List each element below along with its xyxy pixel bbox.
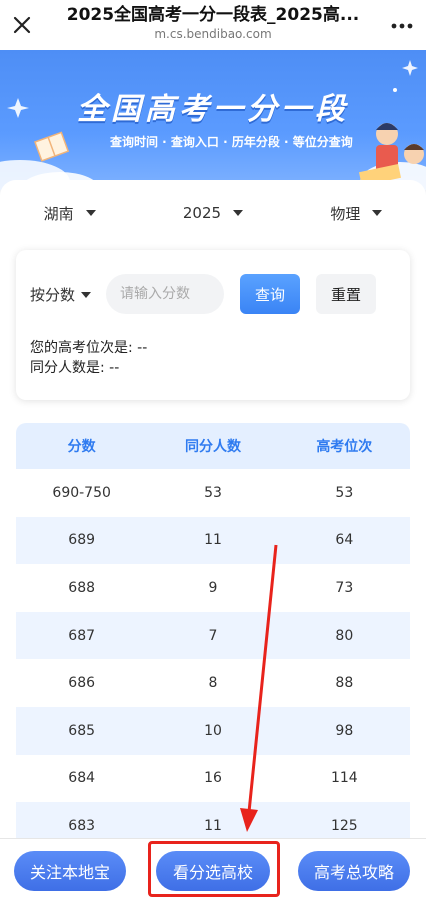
cell-score: 689: [68, 532, 96, 549]
caret-down-icon: [372, 210, 383, 216]
cell-same-count: 11: [204, 817, 222, 834]
cell-rank: 64: [335, 532, 354, 549]
cell-rank: 88: [335, 675, 354, 692]
cell-rank: 53: [335, 484, 354, 501]
page-title: 2025全国高考一分一段表_2025高...: [66, 5, 360, 25]
banner-subtitle: 查询时间 · 查询入口 · 历年分段 · 等位分查询: [110, 135, 353, 149]
query-mode-label: 按分数: [30, 286, 76, 304]
table-row: 686 8 88: [16, 659, 410, 707]
cell-same-count: 7: [208, 627, 218, 644]
query-card: 按分数 查询 重置 您的高考位次是: -- 同分人数是: --: [16, 250, 410, 400]
cell-score: 686: [68, 675, 96, 692]
annotation-highlight-box: [148, 841, 280, 897]
table-header: 分数 同分人数 高考位次: [16, 423, 410, 469]
caret-down-icon: [233, 210, 244, 216]
cell-rank: 73: [335, 579, 354, 596]
cell-same-count: 8: [208, 675, 218, 692]
subject-label: 物理: [330, 204, 361, 223]
caret-down-icon: [85, 210, 96, 216]
cell-score: 684: [68, 770, 96, 787]
year-label: 2025: [182, 204, 222, 222]
title-block: 2025全国高考一分一段表_2025高... m.cs.bendibao.com: [46, 4, 380, 42]
header-score: 分数: [67, 439, 96, 455]
filter-bar: 湖南 2025 物理: [0, 198, 426, 228]
cell-score: 690-750: [52, 484, 111, 501]
caret-down-icon: [81, 291, 92, 298]
cell-same-count: 53: [204, 484, 222, 501]
cell-same-count: 9: [208, 579, 218, 596]
table-row: 688 9 73: [16, 564, 410, 612]
cell-rank: 114: [330, 770, 358, 787]
cell-same-count: 10: [204, 722, 222, 739]
close-icon[interactable]: [10, 13, 34, 37]
table-row: 685 10 98: [16, 706, 410, 755]
score-input[interactable]: [106, 274, 224, 314]
header-rank: 高考位次: [316, 439, 373, 455]
cell-score: 683: [68, 817, 96, 834]
cell-rank: 98: [335, 722, 354, 739]
cell-score: 687: [68, 627, 96, 644]
hero-banner: 全国高考一分一段 查询时间 · 查询入口 · 历年分段 · 等位分查询: [0, 50, 426, 190]
same-score-result: 同分人数是: --: [30, 360, 120, 376]
table-row: 690-750 53 53: [16, 469, 410, 517]
score-table: 分数 同分人数 高考位次 690-750 53 53 689 11 64 688…: [16, 423, 410, 850]
table-row: 687 7 80: [16, 611, 410, 660]
rank-result: 您的高考位次是: --: [30, 340, 148, 356]
banner-title: 全国高考一分一段: [77, 92, 349, 127]
result-lines: 您的高考位次是: -- 同分人数是: --: [30, 338, 147, 378]
page-url: m.cs.bendibao.com: [154, 27, 272, 41]
header-same-count: 同分人数: [184, 439, 241, 455]
cell-same-count: 11: [204, 532, 222, 549]
subject-filter[interactable]: 物理: [330, 203, 383, 224]
query-mode-select[interactable]: 按分数: [30, 284, 92, 305]
province-label: 湖南: [43, 204, 74, 223]
cell-rank: 80: [335, 627, 354, 644]
follow-button[interactable]: 关注本地宝: [14, 851, 126, 891]
year-filter[interactable]: 2025: [182, 204, 244, 222]
table-row: 689 11 64: [16, 516, 410, 565]
cell-score: 688: [68, 579, 96, 596]
query-button[interactable]: 查询: [240, 274, 300, 314]
cell-rank: 125: [330, 817, 358, 834]
browser-topbar: 2025全国高考一分一段表_2025高... m.cs.bendibao.com: [0, 0, 426, 50]
table-row: 684 16 114: [16, 754, 410, 803]
reset-button[interactable]: 重置: [316, 274, 376, 314]
more-dots-icon[interactable]: [390, 14, 414, 38]
cell-score: 685: [68, 722, 96, 739]
province-filter[interactable]: 湖南: [44, 203, 96, 224]
exam-guide-button[interactable]: 高考总攻略: [298, 851, 410, 891]
cell-same-count: 16: [204, 770, 222, 787]
